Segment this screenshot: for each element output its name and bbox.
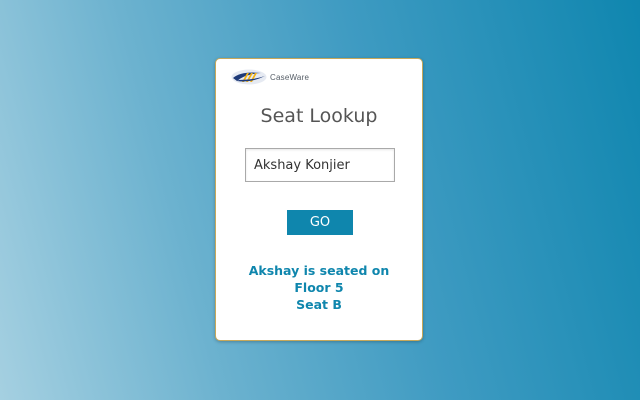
- page-background: { "logo": { "brand_text": "CaseWare", "i…: [0, 0, 640, 400]
- result-seat: Seat B: [296, 297, 342, 312]
- seat-lookup-card: CaseWare Seat Lookup GO Akshay is seated…: [215, 58, 423, 341]
- caseware-logo: CaseWare: [231, 68, 309, 86]
- go-button[interactable]: GO: [287, 210, 353, 235]
- logo-brand-text: CaseWare: [270, 73, 310, 82]
- result-floor: Floor 5: [294, 280, 344, 295]
- caseware-logo-mark-icon: [231, 69, 267, 85]
- name-search-input[interactable]: [245, 148, 395, 182]
- result-line-1: Akshay is seated on: [248, 263, 390, 278]
- seat-result: Akshay is seated on Floor 5 Seat B: [216, 262, 422, 313]
- page-title: Seat Lookup: [260, 105, 378, 127]
